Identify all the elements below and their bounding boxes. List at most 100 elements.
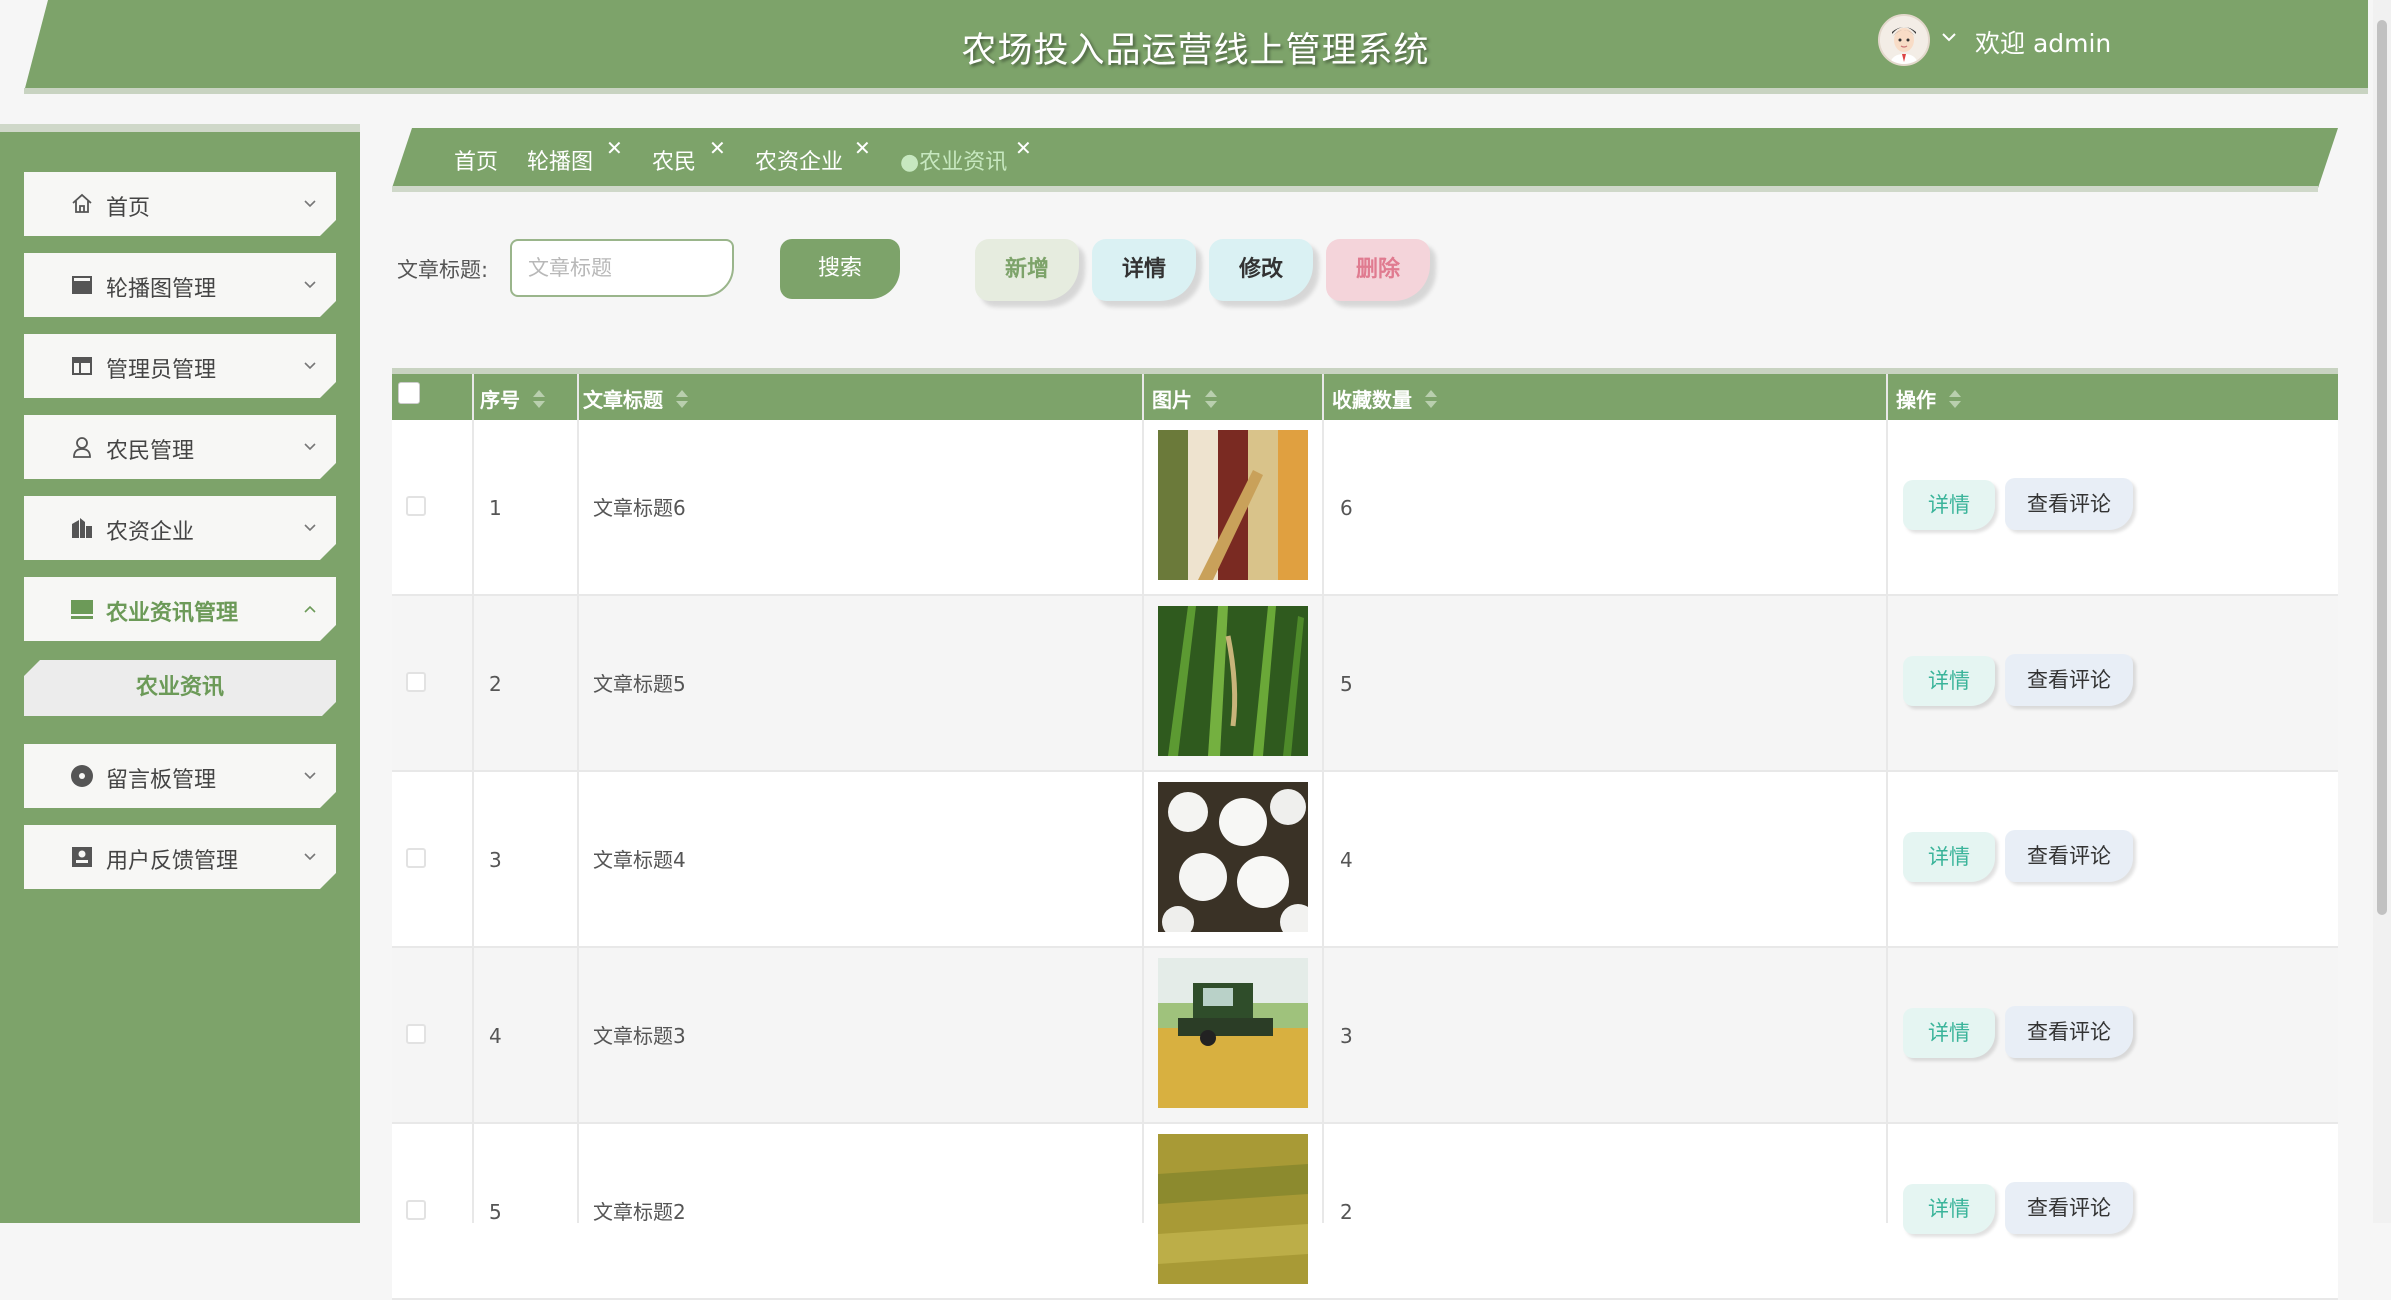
row-detail-button[interactable]: 详情 <box>1903 832 1995 882</box>
column-header-image[interactable]: 图片 <box>1152 384 1218 413</box>
avatar[interactable] <box>1878 14 1930 66</box>
sort-icon[interactable] <box>1204 388 1218 410</box>
tab-farmers[interactable]: 农民 <box>652 144 696 176</box>
home-icon <box>70 192 94 216</box>
scrollbar-thumb[interactable] <box>2377 20 2387 915</box>
harvester-photo <box>1158 958 1308 1108</box>
row-detail-button[interactable]: 详情 <box>1903 1008 1995 1058</box>
row-index: 4 <box>489 1024 502 1048</box>
row-checkbox[interactable] <box>406 848 426 868</box>
column-divider <box>577 374 579 1223</box>
row-index: 2 <box>489 672 502 696</box>
row-title: 文章标题6 <box>593 496 686 520</box>
select-all-checkbox[interactable] <box>398 382 420 404</box>
row-detail-button[interactable]: 详情 <box>1903 1184 1995 1234</box>
row-detail-button[interactable]: 详情 <box>1903 656 1995 706</box>
tab-banner[interactable]: 轮播图 <box>527 144 593 176</box>
sidebar-item-feedback[interactable]: 用户反馈管理 <box>24 825 336 889</box>
sidebar-item-label: 用户反馈管理 <box>106 849 239 874</box>
column-divider <box>1886 374 1888 1223</box>
view-comments-button[interactable]: 查看评论 <box>2005 830 2133 882</box>
row-checkbox[interactable] <box>406 496 426 516</box>
sidebar-item-admins[interactable]: 管理员管理 <box>24 334 336 398</box>
sidebar-item-agri-news[interactable]: 农业资讯管理 <box>24 577 336 641</box>
submenu-item-agri-news[interactable]: 农业资讯 <box>24 660 336 716</box>
search-button[interactable]: 搜索 <box>780 239 900 299</box>
edit-button[interactable]: 修改 <box>1209 239 1313 301</box>
view-comments-button[interactable]: 查看评论 <box>2005 478 2133 530</box>
message-icon <box>70 764 94 788</box>
tab-agri-news[interactable]: ●农业资讯 <box>900 144 1007 176</box>
chevron-down-icon <box>302 768 318 784</box>
search-input[interactable] <box>510 239 734 297</box>
sidebar-item-label: 管理员管理 <box>106 358 217 383</box>
chevron-down-icon[interactable] <box>1940 28 1958 46</box>
feedback-icon <box>70 845 94 869</box>
column-header-actions[interactable]: 操作 <box>1896 384 1962 413</box>
row-title: 文章标题3 <box>593 1024 686 1048</box>
add-button[interactable]: 新增 <box>975 239 1079 301</box>
sidebar-item-messages[interactable]: 留言板管理 <box>24 744 336 808</box>
chevron-down-icon <box>302 358 318 374</box>
row-title: 文章标题4 <box>593 848 686 872</box>
sidebar-item-label: 农业资讯管理 <box>106 601 239 626</box>
chevron-down-icon <box>302 520 318 536</box>
column-divider <box>472 374 474 1223</box>
close-icon[interactable]: ✕ <box>606 136 623 160</box>
header-label: 图片 <box>1152 388 1192 412</box>
tab-companies[interactable]: 农资企业 <box>755 144 843 176</box>
column-header-index[interactable]: 序号 <box>480 384 546 413</box>
sidebar-item-home[interactable]: 首页 <box>24 172 336 236</box>
row-title: 文章标题5 <box>593 672 686 696</box>
detail-button[interactable]: 详情 <box>1092 239 1196 301</box>
row-favorites: 4 <box>1340 848 1353 872</box>
banner-icon <box>70 273 94 297</box>
sidebar-item-farmers[interactable]: 农民管理 <box>24 415 336 479</box>
wheat-field-photo <box>1158 1134 1308 1284</box>
row-favorites: 5 <box>1340 672 1353 696</box>
row-detail-button[interactable]: 详情 <box>1903 480 1995 530</box>
row-checkbox[interactable] <box>406 1024 426 1044</box>
header-label: 文章标题 <box>583 388 663 412</box>
tab-bar-shadow <box>392 186 2318 192</box>
table-header: 序号 文章标题 图片 收藏数量 操作 <box>392 374 2338 420</box>
sort-icon[interactable] <box>1424 388 1438 410</box>
sidebar-item-label: 农资企业 <box>106 520 195 545</box>
row-checkbox[interactable] <box>406 672 426 692</box>
avatar-face-icon <box>1880 16 1928 64</box>
cotton-photo <box>1158 782 1308 932</box>
row-checkbox[interactable] <box>406 1200 426 1220</box>
sidebar-item-label: 留言板管理 <box>106 768 217 793</box>
column-header-title[interactable]: 文章标题 <box>583 384 689 413</box>
view-comments-button[interactable]: 查看评论 <box>2005 1182 2133 1234</box>
sort-icon[interactable] <box>675 388 689 410</box>
table-row: 1 文章标题6 6 详情 查看评论 <box>392 420 2338 596</box>
column-header-favorites[interactable]: 收藏数量 <box>1332 384 1438 413</box>
delete-button[interactable]: 删除 <box>1326 239 1430 301</box>
sort-icon[interactable] <box>532 388 546 410</box>
sort-icon[interactable] <box>1948 388 1962 410</box>
company-icon <box>70 516 94 540</box>
chevron-down-icon <box>302 277 318 293</box>
close-icon[interactable]: ✕ <box>1015 136 1032 160</box>
view-comments-button[interactable]: 查看评论 <box>2005 654 2133 706</box>
sidebar-item-label: 农民管理 <box>106 439 195 464</box>
row-favorites: 2 <box>1340 1200 1353 1224</box>
welcome-text[interactable]: 欢迎 admin <box>1975 24 2111 60</box>
tab-home[interactable]: 首页 <box>454 144 498 176</box>
table-row: 2 文章标题5 5 详情 查看评论 <box>392 596 2338 772</box>
sidebar-item-banner[interactable]: 轮播图管理 <box>24 253 336 317</box>
column-divider <box>1142 374 1144 1223</box>
sidebar-item-companies[interactable]: 农资企业 <box>24 496 336 560</box>
close-icon[interactable]: ✕ <box>854 136 871 160</box>
chevron-up-icon <box>302 601 318 617</box>
view-comments-button[interactable]: 查看评论 <box>2005 1006 2133 1058</box>
rice-plant-photo <box>1158 606 1308 756</box>
row-favorites: 6 <box>1340 496 1353 520</box>
column-divider <box>1322 374 1324 1223</box>
close-icon[interactable]: ✕ <box>709 136 726 160</box>
row-index: 1 <box>489 496 502 520</box>
user-icon <box>70 435 94 459</box>
grains-photo <box>1158 430 1308 580</box>
header-label: 收藏数量 <box>1332 388 1412 412</box>
